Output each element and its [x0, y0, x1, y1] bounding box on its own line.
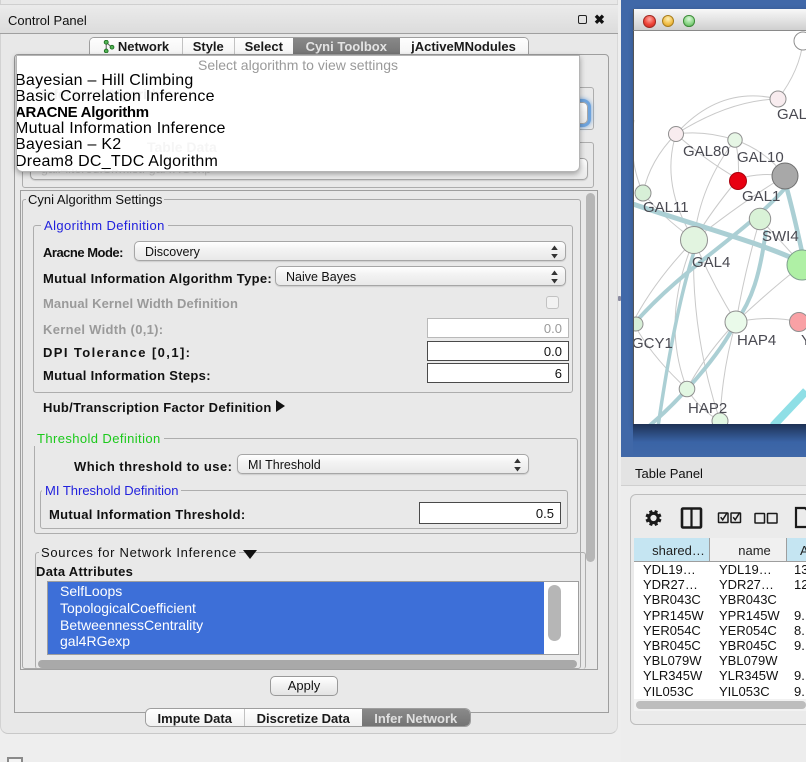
svg-text:GAL10: GAL10: [737, 149, 784, 166]
svg-text:HAP2: HAP2: [688, 400, 727, 417]
svg-text:Y: Y: [801, 332, 806, 349]
svg-text:GCY1: GCY1: [634, 335, 673, 352]
svg-text:GAL4: GAL4: [692, 254, 730, 271]
svg-text:GAL80: GAL80: [683, 143, 730, 160]
svg-text:GAL: GAL: [777, 106, 806, 123]
svg-text:GAL1: GAL1: [742, 188, 780, 205]
svg-text:HAP4: HAP4: [737, 332, 776, 349]
svg-text:SWI4: SWI4: [762, 228, 799, 245]
svg-text:GAL11: GAL11: [643, 199, 689, 216]
